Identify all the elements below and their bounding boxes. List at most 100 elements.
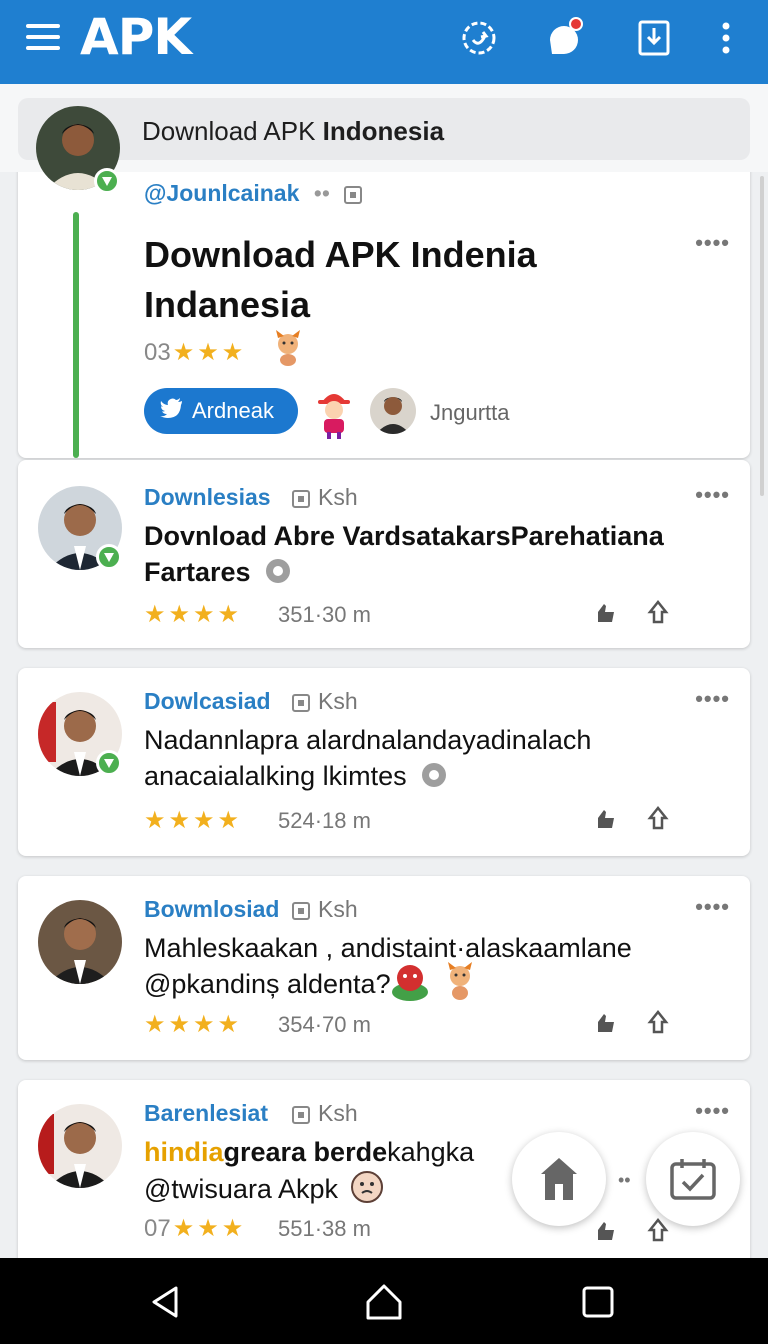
featured-rating: 03★★★ bbox=[144, 338, 246, 367]
verified-badge-icon bbox=[96, 750, 122, 776]
post-text-line2: @twisuara Akpk bbox=[144, 1174, 338, 1204]
post-meta: Ksh bbox=[284, 1100, 358, 1127]
more-options-icon[interactable]: •••• bbox=[695, 686, 730, 712]
post-text-highlight: hindia bbox=[144, 1137, 224, 1167]
app-bar: APK bbox=[0, 0, 768, 84]
post-username[interactable]: Bowmlosiad bbox=[144, 896, 279, 923]
separator-dots: •• bbox=[313, 180, 330, 206]
post-actions bbox=[592, 804, 672, 837]
post-meta: Ksh bbox=[284, 688, 358, 715]
back-icon[interactable] bbox=[146, 1282, 186, 1322]
notification-icon[interactable] bbox=[542, 16, 586, 60]
lock-icon bbox=[344, 185, 363, 204]
download-icon[interactable] bbox=[632, 16, 676, 60]
post-text-content: Dovnload Abre VardsatakarsParehatiana Fa… bbox=[144, 521, 664, 587]
post-rating: 07★★★ bbox=[144, 1214, 246, 1243]
post-text: Dovnload Abre VardsatakarsParehatiana Fa… bbox=[144, 518, 724, 590]
post-rating: ★★★★ bbox=[144, 601, 243, 628]
post-text-content: Nadannlapra alardnalandayadinalach anaca… bbox=[144, 725, 592, 791]
sticker-icon bbox=[442, 960, 478, 1007]
face-icon bbox=[350, 1171, 383, 1203]
featured-card[interactable]: @Jounlcainak •• •••• Download APK Indeni… bbox=[18, 168, 750, 458]
bird-icon bbox=[160, 398, 184, 424]
post-meta: Ksh bbox=[284, 896, 358, 923]
featured-title: Download APK Indenia Indanesia bbox=[144, 234, 537, 325]
post-text: Nadannlapra alardnalandayadinalach anaca… bbox=[144, 722, 724, 794]
post-count: 354·70 m bbox=[278, 1012, 371, 1037]
star-icons: ★★★ bbox=[172, 339, 247, 366]
post-actions bbox=[592, 598, 672, 631]
gear-icon bbox=[266, 559, 291, 583]
more-options-icon[interactable]: •••• bbox=[695, 1098, 730, 1124]
post-count: 351·30 m bbox=[278, 602, 371, 627]
post-card[interactable]: Bowmlosiad Ksh •••• Mahleskaakan , andis… bbox=[18, 876, 750, 1060]
search-bold: Indonesia bbox=[322, 116, 445, 146]
post-rating: ★★★★ bbox=[144, 807, 243, 834]
lock-icon bbox=[292, 489, 310, 508]
like-icon bbox=[598, 810, 614, 828]
like-icon bbox=[598, 604, 614, 622]
post-username[interactable]: Barenlesiat bbox=[144, 1100, 268, 1127]
more-options-icon[interactable]: •••• bbox=[695, 894, 730, 920]
search-prefix: Download APK bbox=[142, 116, 323, 146]
more-options-icon[interactable]: •••• bbox=[695, 482, 730, 508]
star-icons: ★★★ bbox=[172, 1215, 247, 1242]
like-icon bbox=[598, 1014, 614, 1032]
like-icon bbox=[598, 1222, 614, 1240]
featured-username[interactable]: @Jounlcainak bbox=[144, 180, 299, 206]
home-nav-icon[interactable] bbox=[364, 1282, 404, 1322]
sticker-icon bbox=[388, 962, 432, 1007]
search-text[interactable]: Download APK Indonesia bbox=[142, 116, 444, 147]
post-tag: Ksh bbox=[318, 688, 358, 714]
post-text-rest: kahgka bbox=[387, 1137, 475, 1167]
post-tag: Ksh bbox=[318, 896, 358, 922]
follow-button[interactable]: Ardneak bbox=[144, 388, 298, 434]
fab-separator: •• bbox=[618, 1170, 631, 1190]
post-rating: ★★★★ bbox=[144, 1011, 243, 1038]
post-text: Mahleskaakan , andistaint·alaskaamlane @… bbox=[144, 930, 724, 1002]
more-options-icon[interactable]: •••• bbox=[695, 230, 730, 256]
post-count: 524·18 m bbox=[278, 808, 371, 833]
featured-user[interactable]: @Jounlcainak •• bbox=[144, 180, 370, 207]
post-tag: Ksh bbox=[318, 484, 358, 510]
share-icon bbox=[647, 1009, 669, 1034]
app-logo: APK bbox=[80, 8, 192, 66]
menu-icon[interactable] bbox=[26, 24, 60, 54]
post-card[interactable]: Barenlesiat Ksh •••• hindiagreara berdek… bbox=[18, 1080, 750, 1270]
lock-icon bbox=[292, 1105, 310, 1124]
avatar[interactable] bbox=[38, 1104, 122, 1188]
lock-icon bbox=[292, 693, 310, 712]
post-card[interactable]: Downlesias Ksh •••• Dovnload Abre Vardsa… bbox=[18, 460, 750, 648]
verified-badge-icon bbox=[94, 168, 120, 194]
more-icon[interactable] bbox=[704, 16, 748, 60]
follower-avatar[interactable] bbox=[370, 388, 416, 434]
sticker-icon bbox=[270, 328, 306, 373]
post-actions bbox=[592, 1216, 672, 1249]
follow-button-label: Ardneak bbox=[192, 398, 274, 423]
rating-number: 07 bbox=[144, 1215, 171, 1242]
avatar[interactable] bbox=[38, 900, 122, 984]
search-bar[interactable]: Download APK Indonesia bbox=[18, 98, 750, 160]
post-text: hindiagreara berdekahgka @twisuara Akpk bbox=[144, 1134, 524, 1207]
post-username[interactable]: Dowlcasiad bbox=[144, 688, 271, 715]
post-tag: Ksh bbox=[318, 1100, 358, 1126]
post-card[interactable]: Dowlcasiad Ksh •••• Nadannlapra alardnal… bbox=[18, 668, 750, 856]
tasks-fab-button[interactable] bbox=[646, 1132, 740, 1226]
home-icon bbox=[541, 1158, 577, 1200]
scrollbar[interactable] bbox=[760, 176, 764, 496]
sync-icon[interactable] bbox=[457, 16, 501, 60]
checklist-icon bbox=[670, 1159, 716, 1200]
recents-icon[interactable] bbox=[578, 1282, 618, 1322]
follower-name[interactable]: Jngurtta bbox=[430, 400, 510, 426]
system-nav-bar bbox=[0, 1258, 768, 1344]
share-icon bbox=[647, 599, 669, 624]
post-text-bold: greara berde bbox=[223, 1137, 388, 1167]
share-icon bbox=[647, 1217, 669, 1242]
post-meta: Ksh bbox=[284, 484, 358, 511]
post-actions bbox=[592, 1008, 672, 1041]
share-icon bbox=[647, 805, 669, 830]
home-fab-button[interactable] bbox=[512, 1132, 606, 1226]
thread-line bbox=[73, 212, 79, 458]
post-username[interactable]: Downlesias bbox=[144, 484, 271, 511]
lock-icon bbox=[292, 901, 310, 920]
